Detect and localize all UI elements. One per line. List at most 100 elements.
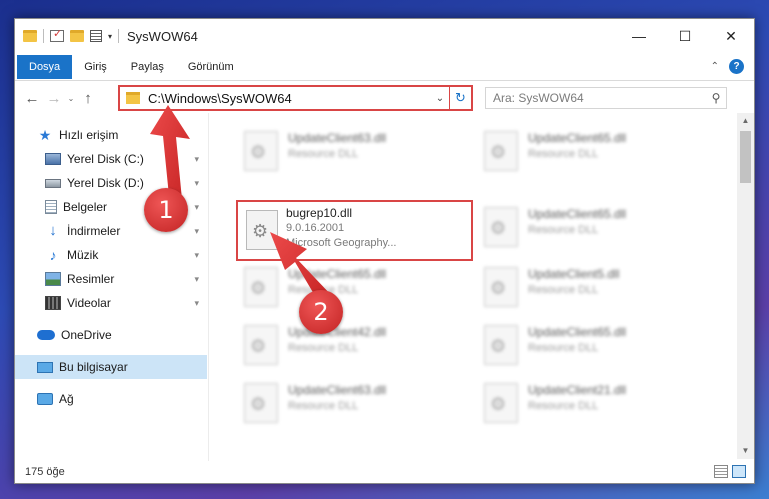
search-icon[interactable]: ⚲ — [706, 91, 726, 105]
file-item[interactable]: UpdateClient21.dll Resource DLL — [476, 375, 701, 435]
sidebar-item-drive-c[interactable]: Yerel Disk (C:) ▾ — [15, 147, 207, 171]
file-description: Resource DLL — [528, 284, 599, 296]
up-button[interactable]: ↑ — [77, 90, 99, 107]
window-title: SysWOW64 — [127, 28, 198, 44]
pin-icon[interactable]: ▾ — [194, 226, 199, 237]
sidebar-item-label: Ağ — [59, 392, 74, 406]
scroll-down-icon[interactable]: ▼ — [737, 443, 754, 459]
file-name: UpdateClient21.dll — [528, 383, 627, 397]
star-icon: ★ — [38, 127, 52, 143]
forward-button[interactable]: → — [43, 90, 65, 107]
ribbon-controls: ⌃ ? — [711, 59, 744, 74]
file-name: UpdateClient5.dll — [528, 267, 620, 281]
sidebar-item-quick-access[interactable]: ★ Hızlı erişim — [15, 123, 207, 147]
dll-file-icon — [246, 210, 278, 250]
file-item[interactable]: UpdateClient5.dll Resource DLL — [476, 259, 701, 319]
navigation-bar: ← → ⌄ ↑ C:\Windows\SysWOW64 ⌄ ↻ ⚲ — [15, 83, 754, 113]
this-pc-icon — [37, 361, 53, 373]
tab-view[interactable]: Görünüm — [176, 55, 246, 79]
documents-icon — [45, 200, 57, 214]
address-path[interactable]: C:\Windows\SysWOW64 — [148, 91, 431, 106]
file-company: Microsoft Geography... — [286, 237, 397, 249]
maximize-button[interactable]: ☐ — [662, 19, 708, 53]
file-item[interactable]: UpdateClient63.dll Resource DLL — [236, 123, 461, 183]
sidebar-item-videos[interactable]: Videolar ▾ — [15, 291, 207, 315]
file-version: 9.0.16.2001 — [286, 222, 345, 234]
file-item[interactable]: UpdateClient65.dll Resource DLL — [476, 199, 701, 259]
quick-access-toolbar: ▾ — [23, 27, 120, 43]
search-input[interactable] — [493, 89, 706, 107]
onedrive-icon — [37, 330, 55, 340]
sidebar-item-pictures[interactable]: Resimler ▾ — [15, 267, 207, 291]
videos-icon — [45, 296, 61, 310]
back-button[interactable]: ← — [21, 90, 43, 107]
sidebar-item-label: Yerel Disk (C:) — [67, 152, 144, 166]
help-icon[interactable]: ? — [729, 59, 744, 74]
toolbar-divider — [43, 29, 44, 43]
pin-icon[interactable]: ▾ — [194, 274, 199, 285]
pane-divider[interactable] — [208, 113, 209, 461]
properties-check-icon[interactable] — [50, 27, 64, 42]
address-history-chevron-icon[interactable]: ⌄ — [431, 93, 449, 104]
network-icon — [37, 393, 53, 405]
search-box[interactable]: ⚲ — [485, 87, 727, 109]
file-description: Resource DLL — [288, 342, 359, 354]
window-controls: — ☐ ✕ — [616, 19, 754, 53]
file-item[interactable]: UpdateClient65.dll Resource DLL — [476, 123, 701, 183]
sidebar-item-label: Resimler — [67, 272, 115, 286]
pictures-icon — [45, 272, 61, 286]
collapse-ribbon-icon[interactable]: ⌃ — [711, 61, 719, 72]
pin-icon[interactable]: ▾ — [194, 178, 199, 189]
file-name: UpdateClient65.dll — [528, 325, 627, 339]
scroll-up-icon[interactable]: ▲ — [737, 113, 754, 129]
dll-file-icon — [244, 131, 278, 171]
sidebar-item-label: Hızlı erişim — [59, 128, 119, 142]
folder-icon — [126, 92, 140, 104]
minimize-button[interactable]: — — [616, 19, 662, 53]
callout-badge-2: 2 — [299, 290, 343, 334]
customize-toolbar-chevron-icon[interactable]: ▾ — [108, 32, 112, 41]
tiles-view-icon[interactable] — [732, 465, 746, 478]
tab-home[interactable]: Giriş — [72, 55, 119, 79]
pin-icon[interactable]: ▾ — [194, 202, 199, 213]
sidebar-item-label: Videolar — [67, 296, 111, 310]
close-button[interactable]: ✕ — [708, 19, 754, 53]
sidebar-item-label: OneDrive — [61, 328, 112, 342]
address-bar[interactable]: C:\Windows\SysWOW64 ⌄ ↻ — [118, 85, 473, 111]
recent-locations-icon[interactable]: ⌄ — [65, 94, 77, 103]
sidebar-item-label: Bu bilgisayar — [59, 360, 128, 374]
file-item[interactable]: UpdateClient65.dll Resource DLL — [236, 259, 461, 319]
properties-icon[interactable] — [90, 30, 102, 42]
file-description: Resource DLL — [288, 148, 359, 160]
tab-file[interactable]: Dosya — [17, 54, 73, 79]
file-item[interactable]: UpdateClient65.dll Resource DLL — [476, 317, 701, 377]
new-folder-icon[interactable] — [70, 30, 84, 42]
sidebar-item-this-pc[interactable]: Bu bilgisayar — [15, 355, 207, 379]
file-item[interactable]: UpdateClient63.dll Resource DLL — [236, 375, 461, 435]
pin-icon[interactable]: ▾ — [194, 250, 199, 261]
file-description: Resource DLL — [528, 224, 599, 236]
sidebar-item-onedrive[interactable]: OneDrive — [15, 323, 207, 347]
sidebar-item-network[interactable]: Ağ — [15, 387, 207, 411]
file-item-bugrep10[interactable]: bugrep10.dll 9.0.16.2001 Microsoft Geogr… — [236, 200, 473, 261]
file-description: Resource DLL — [288, 284, 359, 296]
dll-file-icon — [244, 325, 278, 365]
tab-share[interactable]: Paylaş — [119, 55, 176, 79]
drive-c-icon — [45, 153, 61, 165]
file-item[interactable]: UpdateClient42.dllResource DLL — [236, 317, 461, 377]
sidebar-item-label: İndirmeler — [67, 224, 121, 238]
scrollbar-thumb[interactable] — [740, 131, 751, 183]
pin-icon[interactable]: ▾ — [194, 298, 199, 309]
file-list: UpdateClient63.dll Resource DLL UpdateCli… — [220, 119, 720, 457]
dll-file-icon — [244, 383, 278, 423]
file-name: UpdateClient63.dll — [288, 383, 387, 397]
sidebar-item-label: Yerel Disk (D:) — [67, 176, 144, 190]
vertical-scrollbar[interactable]: ▲ ▼ — [737, 113, 754, 459]
pin-icon[interactable]: ▾ — [194, 154, 199, 165]
music-icon: ♪ — [49, 247, 57, 263]
refresh-button[interactable]: ↻ — [449, 87, 471, 109]
dll-file-icon — [484, 131, 518, 171]
sidebar-item-music[interactable]: ♪ Müzik ▾ — [15, 243, 207, 267]
details-view-icon[interactable] — [714, 465, 728, 478]
ribbon-tabs: Dosya Giriş Paylaş Görünüm ⌃ ? — [15, 53, 754, 81]
